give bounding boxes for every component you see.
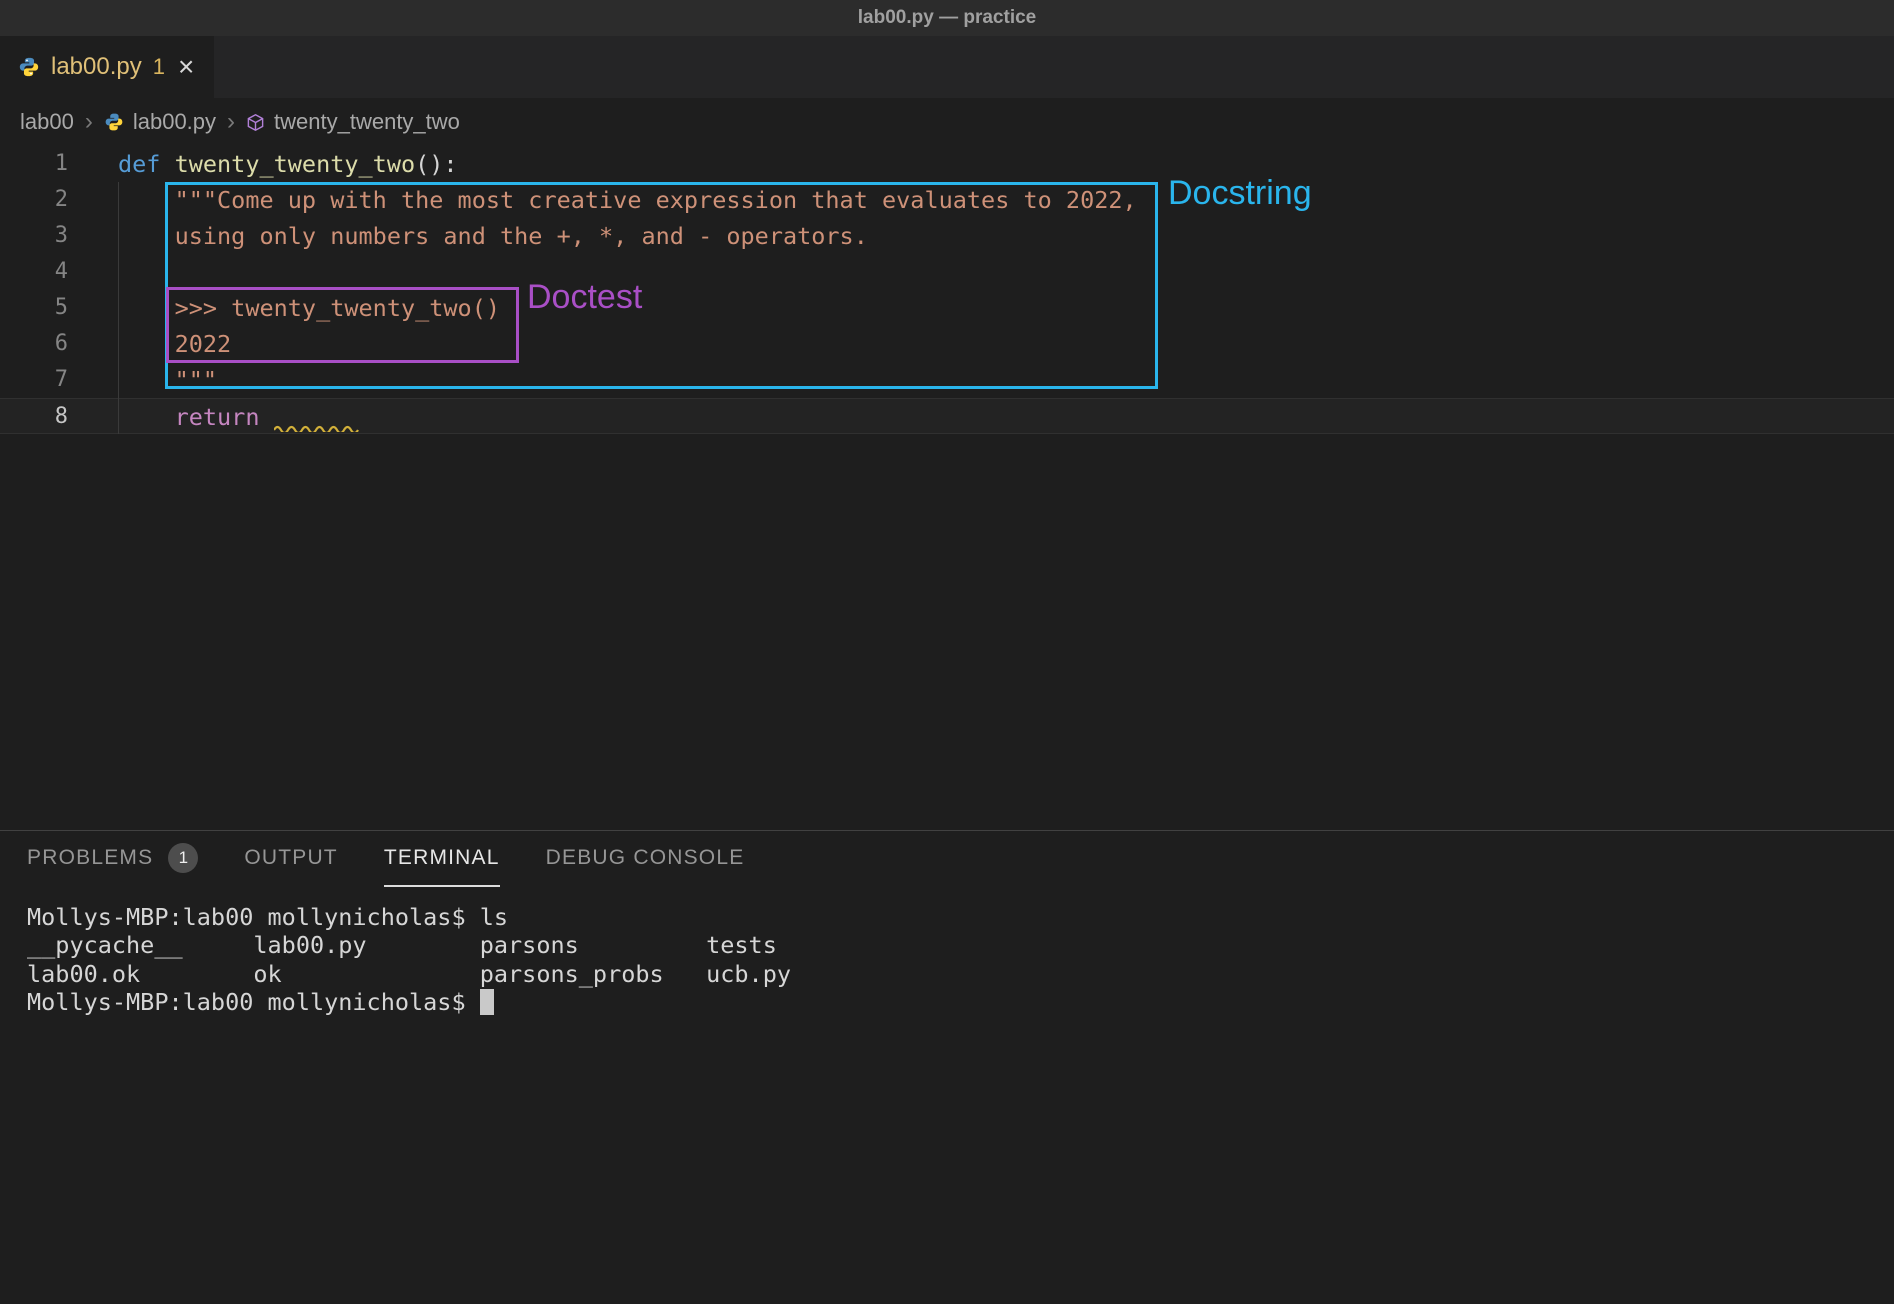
code-indent [118,403,175,431]
terminal[interactable]: Mollys-MBP:lab00 mollynicholas$ ls __pyc… [0,903,1894,1017]
code-token: (): [415,150,457,178]
panel-tab-bar: PROBLEMS 1 OUTPUT TERMINAL DEBUG CONSOLE [0,831,1894,887]
window-title: lab00.py — practice [858,7,1036,29]
tab-problems-badge: 1 [153,54,165,80]
breadcrumb: lab00 › lab00.py › twenty_twenty_two [0,98,1894,146]
tab-debug-console[interactable]: DEBUG CONSOLE [546,831,745,887]
line-number: 2 [0,182,68,218]
code-token [259,403,273,431]
tab-output[interactable]: OUTPUT [244,831,338,887]
code-line-7[interactable]: 7 """ [0,362,1894,398]
code-line-2[interactable]: 2 """Come up with the most creative expr… [0,182,1894,218]
line-number: 6 [0,326,68,362]
breadcrumb-item-folder[interactable]: lab00 [20,109,74,135]
code-text: >>> twenty_twenty_two() [68,290,500,326]
terminal-line: Mollys-MBP:lab00 mollynicholas$ ls [27,903,1894,931]
terminal-cursor [480,989,494,1015]
code-line-3[interactable]: 3 using only numbers and the +, *, and -… [0,218,1894,254]
line-number: 4 [0,254,68,290]
tab-terminal[interactable]: TERMINAL [384,831,500,887]
code-line-1[interactable]: 1 def twenty_twenty_two(): [0,146,1894,182]
breadcrumb-item-file[interactable]: lab00.py [133,109,216,135]
docstring-text: using only numbers and the +, *, and - o… [118,222,868,250]
terminal-prompt-line: Mollys-MBP:lab00 mollynicholas$ [27,988,1894,1017]
panel-tab-label: DEBUG CONSOLE [546,846,745,870]
code-text: using only numbers and the +, *, and - o… [68,218,868,254]
indent-guide [118,182,119,434]
line-number: 8 [0,399,68,433]
terminal-line: __pycache__ lab00.py parsons tests [27,931,1894,959]
line-number: 7 [0,362,68,398]
symbol-method-icon [246,113,265,132]
line-number: 5 [0,290,68,326]
bottom-panel: PROBLEMS 1 OUTPUT TERMINAL DEBUG CONSOLE… [0,830,1894,1304]
vscode-window: lab00.py — practice lab00.py 1 × lab00 › [0,0,1894,1304]
function-name: twenty_twenty_two [175,150,416,178]
panel-tab-label: PROBLEMS [27,846,153,870]
tab-label: lab00.py [51,53,142,81]
chevron-right-icon: › [225,108,237,136]
code-text: """Come up with the most creative expres… [68,182,1137,218]
code-text: 2022 [68,326,231,362]
tab-problems[interactable]: PROBLEMS 1 [27,831,198,887]
panel-tab-label: TERMINAL [384,846,500,870]
doctest-call-text: >>> twenty_twenty_two() [118,294,500,322]
code-line-4[interactable]: 4 [0,254,1894,290]
code-text [68,254,118,290]
line-number: 1 [0,146,68,182]
python-icon [18,56,40,78]
code-text: def twenty_twenty_two(): [68,146,458,182]
problems-count-badge: 1 [168,843,198,873]
code-text: """ [68,362,217,398]
doctest-result-text: 2022 [118,330,231,358]
code-line-6[interactable]: 6 2022 [0,326,1894,362]
title-bar: lab00.py — practice [0,0,1894,36]
terminal-prompt-text: Mollys-MBP:lab00 mollynicholas$ [27,988,480,1016]
tab-strip: lab00.py 1 × [0,36,1894,98]
code-text: return [68,399,360,433]
docstring-text: """Come up with the most creative expres… [118,186,1137,214]
tab-lab00-py[interactable]: lab00.py 1 × [0,36,214,98]
docstring-close-text: """ [118,366,217,394]
keyword-def: def [118,150,175,178]
code-line-5[interactable]: 5 >>> twenty_twenty_two() [0,290,1894,326]
panel-tab-label: OUTPUT [244,846,338,870]
breadcrumb-item-symbol[interactable]: twenty_twenty_two [274,109,460,135]
terminal-line: lab00.ok ok parsons_probs ucb.py [27,960,1894,988]
code-line-8[interactable]: 8 return [0,398,1894,434]
python-icon [104,112,124,132]
warning-squiggle-icon [274,399,360,435]
chevron-right-icon: › [83,108,95,136]
close-icon[interactable]: × [176,53,196,81]
keyword-return: return [175,403,260,431]
code-editor: 1 def twenty_twenty_two(): 2 """Come up … [0,146,1894,434]
line-number: 3 [0,218,68,254]
